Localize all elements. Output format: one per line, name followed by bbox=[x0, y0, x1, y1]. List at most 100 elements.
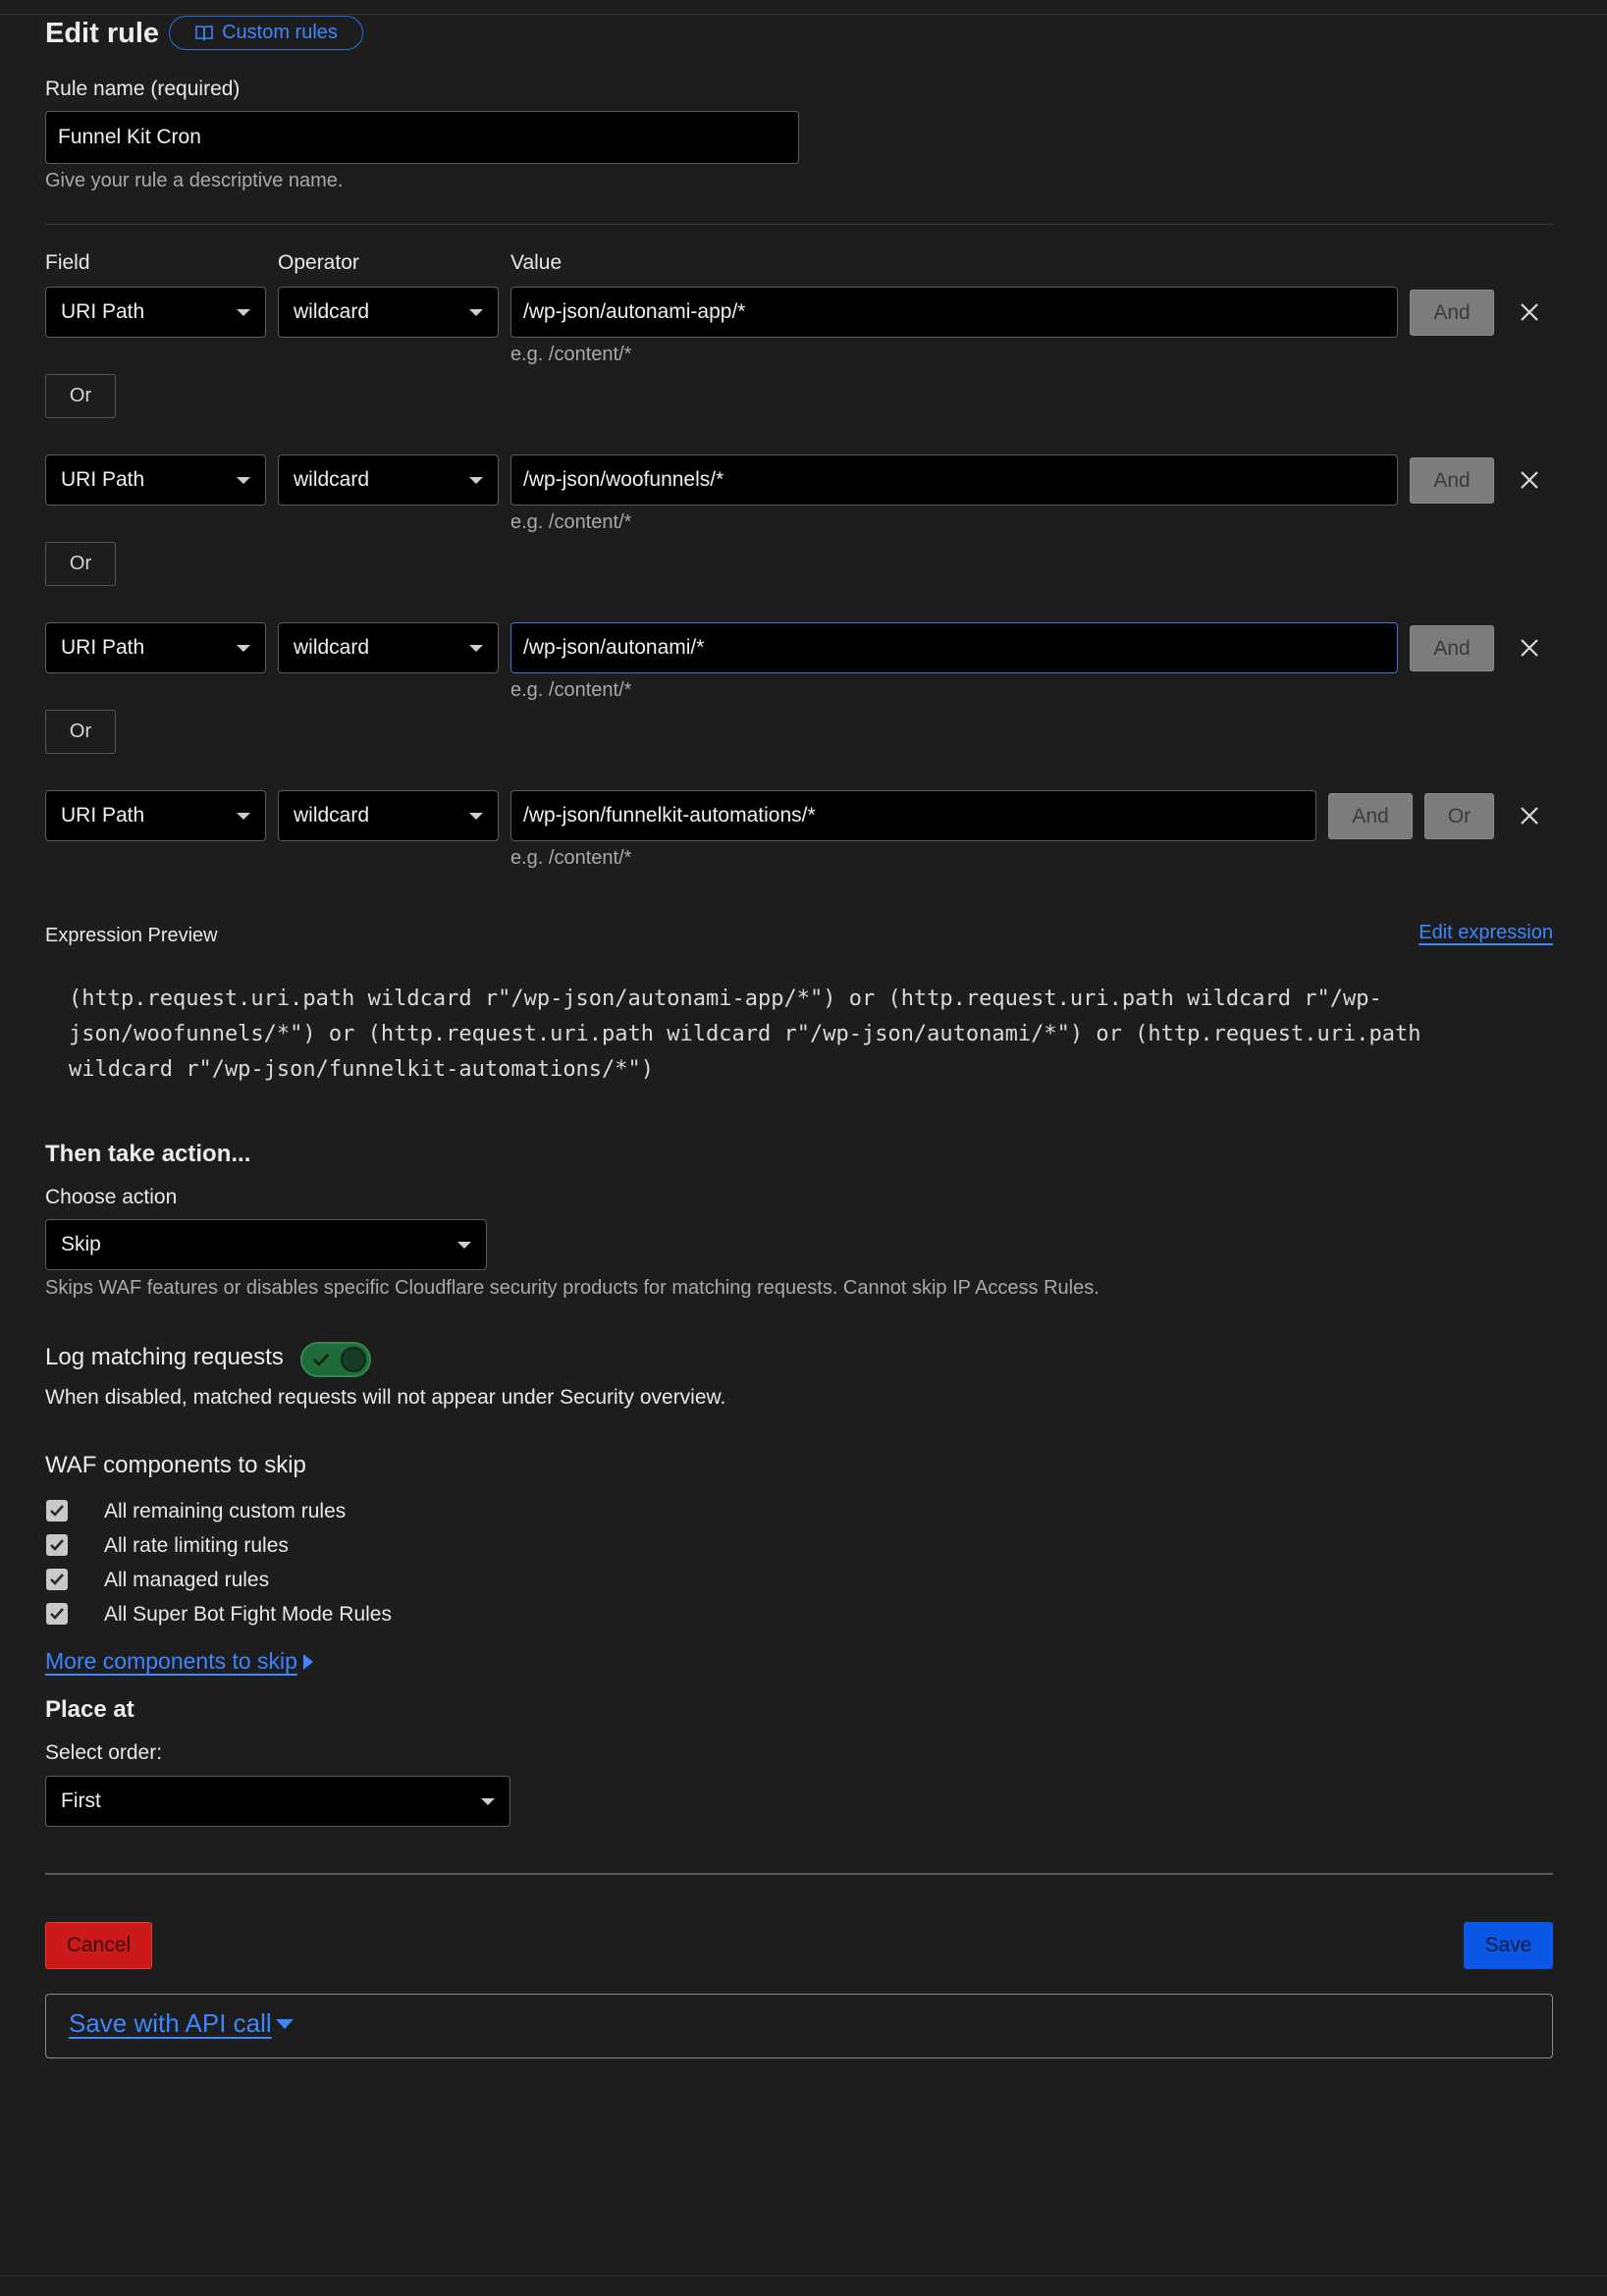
waf-item-label: All Super Bot Fight Mode Rules bbox=[104, 1603, 392, 1626]
close-icon[interactable] bbox=[1519, 469, 1540, 491]
expression-preview: (http.request.uri.path wildcard r"/wp-js… bbox=[69, 982, 1561, 1088]
and-button[interactable]: And bbox=[1410, 625, 1494, 671]
rule-name-hint: Give your rule a descriptive name. bbox=[45, 170, 344, 191]
waf-item-label: All rate limiting rules bbox=[104, 1534, 289, 1557]
top-border bbox=[0, 14, 1607, 15]
check-icon bbox=[50, 1539, 64, 1551]
book-icon bbox=[195, 25, 213, 40]
value-column-label: Value bbox=[510, 251, 562, 274]
checkbox[interactable] bbox=[46, 1569, 68, 1590]
save-with-api-label: Save with API call bbox=[69, 2008, 272, 2038]
operator-select-value: wildcard bbox=[294, 804, 370, 827]
and-button[interactable]: And bbox=[1410, 457, 1494, 504]
close-icon[interactable] bbox=[1519, 805, 1540, 827]
chevron-down-icon bbox=[481, 1797, 495, 1805]
operator-select-value: wildcard bbox=[294, 636, 370, 659]
custom-rules-docs-label: Custom rules bbox=[222, 22, 338, 43]
chevron-down-icon bbox=[469, 644, 483, 652]
select-order-label: Select order: bbox=[45, 1741, 163, 1764]
choose-action-label: Choose action bbox=[45, 1186, 178, 1208]
checkbox[interactable] bbox=[46, 1603, 68, 1625]
check-icon bbox=[50, 1608, 64, 1620]
chevron-down-icon bbox=[237, 812, 250, 820]
chevron-down-icon bbox=[469, 812, 483, 820]
order-select-value: First bbox=[61, 1789, 101, 1812]
field-select-value: URI Path bbox=[61, 636, 145, 659]
check-icon bbox=[313, 1354, 329, 1366]
waf-item-label: All managed rules bbox=[104, 1569, 270, 1591]
edit-expression-link[interactable]: Edit expression bbox=[1419, 922, 1553, 944]
chevron-down-icon bbox=[469, 308, 483, 316]
log-matching-hint: When disabled, matched requests will not… bbox=[45, 1386, 726, 1409]
rule-name-input[interactable]: Funnel Kit Cron bbox=[45, 111, 799, 164]
waf-components-heading: WAF components to skip bbox=[45, 1452, 306, 1478]
operator-select[interactable]: wildcard bbox=[278, 790, 499, 841]
field-select-value: URI Path bbox=[61, 468, 145, 491]
field-select[interactable]: URI Path bbox=[45, 622, 266, 673]
expression-preview-label: Expression Preview bbox=[45, 925, 218, 946]
log-matching-toggle[interactable] bbox=[300, 1342, 371, 1377]
action-heading: Then take action... bbox=[45, 1141, 251, 1167]
check-icon bbox=[50, 1574, 64, 1585]
chevron-down-icon bbox=[469, 476, 483, 484]
value-hint: e.g. /content/* bbox=[510, 847, 632, 869]
chevron-down-icon bbox=[237, 644, 250, 652]
custom-rules-docs-link[interactable]: Custom rules bbox=[169, 16, 363, 50]
close-icon[interactable] bbox=[1519, 301, 1540, 323]
expression-line: wildcard r"/wp-json/funnelkit-automation… bbox=[69, 1057, 655, 1082]
cancel-button[interactable]: Cancel bbox=[45, 1922, 152, 1969]
checkbox[interactable] bbox=[46, 1534, 68, 1556]
section-divider bbox=[45, 224, 1553, 225]
value-input[interactable]: /wp-json/autonami-app/* bbox=[510, 287, 1398, 338]
checkbox[interactable] bbox=[46, 1500, 68, 1522]
expression-line: (http.request.uri.path wildcard r"/wp-js… bbox=[69, 987, 1382, 1011]
expression-line: json/woofunnels/*") or (http.request.uri… bbox=[69, 1022, 1421, 1046]
more-components-link[interactable]: More components to skip bbox=[45, 1648, 315, 1675]
or-button[interactable]: Or bbox=[45, 710, 116, 754]
field-select[interactable]: URI Path bbox=[45, 454, 266, 506]
action-select[interactable]: Skip bbox=[45, 1219, 487, 1270]
toggle-knob bbox=[341, 1347, 366, 1372]
field-column-label: Field bbox=[45, 251, 90, 274]
operator-select[interactable]: wildcard bbox=[278, 454, 499, 506]
chevron-down-icon bbox=[237, 476, 250, 484]
field-select[interactable]: URI Path bbox=[45, 287, 266, 338]
field-select[interactable]: URI Path bbox=[45, 790, 266, 841]
action-hint: Skips WAF features or disables specific … bbox=[45, 1277, 1099, 1299]
action-select-value: Skip bbox=[61, 1233, 101, 1255]
rule-name-label: Rule name (required) bbox=[45, 78, 241, 100]
value-input[interactable]: /wp-json/funnelkit-automations/* bbox=[510, 790, 1316, 841]
and-button[interactable]: And bbox=[1410, 290, 1494, 336]
field-select-value: URI Path bbox=[61, 300, 145, 323]
place-at-heading: Place at bbox=[45, 1696, 134, 1723]
operator-select[interactable]: wildcard bbox=[278, 287, 499, 338]
value-input[interactable]: /wp-json/autonami/* bbox=[510, 622, 1398, 673]
page-title: Edit rule bbox=[45, 18, 160, 49]
save-with-api-toggle[interactable]: Save with API call bbox=[69, 2008, 295, 2039]
operator-column-label: Operator bbox=[278, 251, 359, 274]
or-button[interactable]: Or bbox=[1424, 793, 1494, 839]
operator-select-value: wildcard bbox=[294, 300, 370, 323]
field-select-value: URI Path bbox=[61, 804, 145, 827]
or-button[interactable]: Or bbox=[45, 374, 116, 418]
value-hint: e.g. /content/* bbox=[510, 344, 632, 365]
chevron-down-icon bbox=[457, 1241, 471, 1249]
check-icon bbox=[50, 1505, 64, 1517]
order-select[interactable]: First bbox=[45, 1776, 510, 1827]
caret-down-icon bbox=[275, 2018, 294, 2029]
log-matching-label: Log matching requests bbox=[45, 1344, 284, 1370]
operator-select-value: wildcard bbox=[294, 468, 370, 491]
value-input[interactable]: /wp-json/woofunnels/* bbox=[510, 454, 1398, 506]
chevron-down-icon bbox=[237, 308, 250, 316]
value-hint: e.g. /content/* bbox=[510, 679, 632, 701]
footer-divider bbox=[45, 1873, 1553, 1875]
save-button[interactable]: Save bbox=[1464, 1922, 1553, 1969]
waf-item-label: All remaining custom rules bbox=[104, 1500, 347, 1522]
operator-select[interactable]: wildcard bbox=[278, 622, 499, 673]
more-components-label: More components to skip bbox=[45, 1648, 297, 1674]
close-icon[interactable] bbox=[1519, 637, 1540, 659]
or-button[interactable]: Or bbox=[45, 542, 116, 586]
value-hint: e.g. /content/* bbox=[510, 511, 632, 533]
and-button[interactable]: And bbox=[1328, 793, 1413, 839]
caret-right-icon bbox=[302, 1653, 313, 1670]
